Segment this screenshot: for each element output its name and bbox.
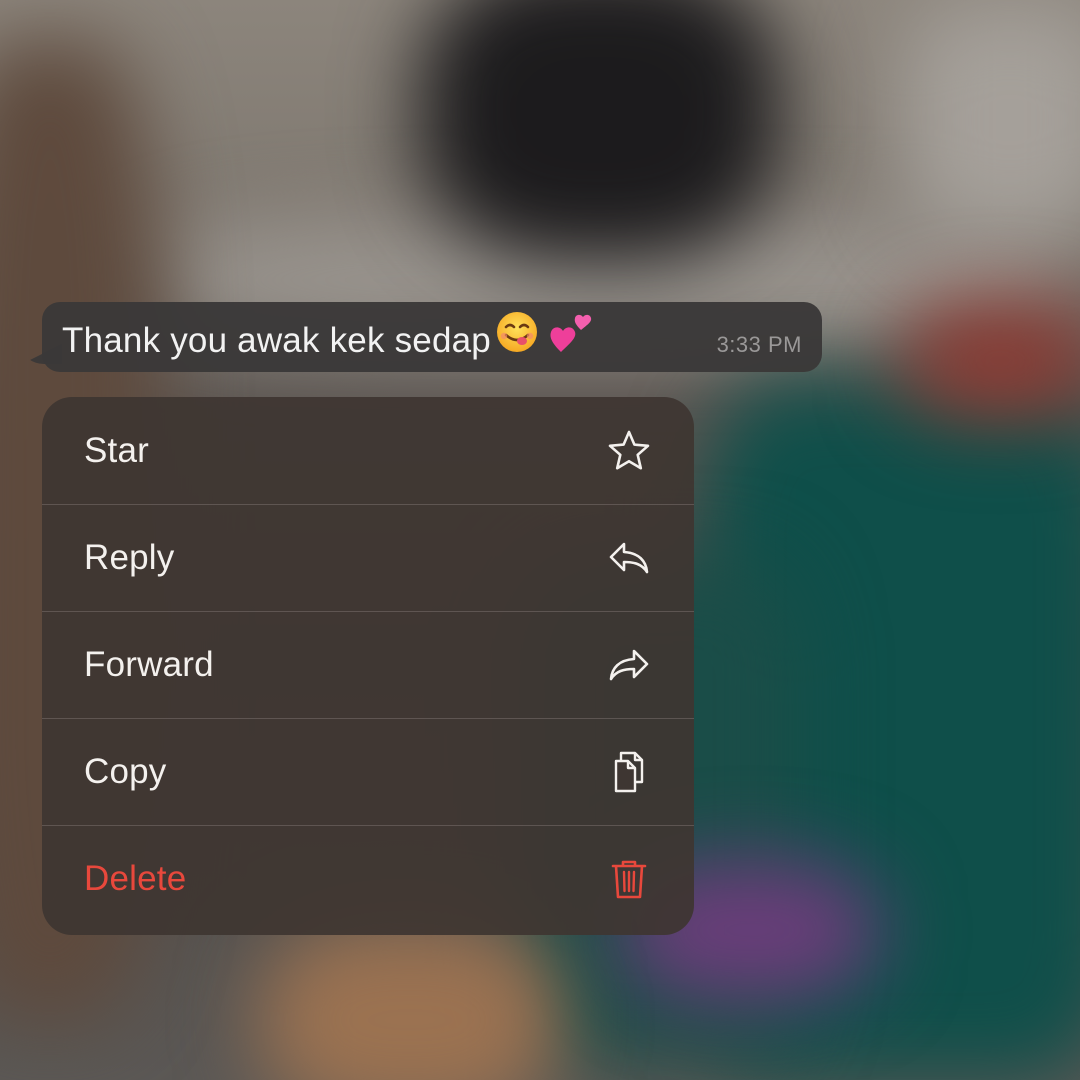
menu-item-star[interactable]: Star (42, 397, 694, 504)
message-timestamp: 3:33 PM (716, 332, 802, 357)
menu-item-label: Forward (84, 645, 214, 684)
message-text-row: Thank you awak kek sedap (62, 312, 595, 373)
menu-item-delete[interactable]: Delete (42, 825, 694, 932)
menu-item-reply[interactable]: Reply (42, 504, 694, 611)
reply-icon (606, 535, 652, 581)
message-text: Thank you awak kek sedap (62, 320, 491, 360)
menu-item-copy[interactable]: Copy (42, 718, 694, 825)
menu-item-label: Delete (84, 859, 187, 898)
message-bubble[interactable]: Thank you awak kek sedap 3:33 PM (42, 302, 822, 372)
yum-face-emoji-icon (495, 310, 539, 367)
menu-item-label: Star (84, 430, 149, 470)
message-context-menu: Star Reply Forward Copy Delete (42, 397, 694, 935)
forward-icon (606, 642, 652, 688)
trash-icon (606, 856, 652, 902)
menu-item-forward[interactable]: Forward (42, 611, 694, 718)
copy-icon (606, 749, 652, 795)
menu-item-label: Reply (84, 538, 175, 577)
star-icon (606, 428, 652, 474)
two-hearts-emoji-icon (547, 308, 595, 369)
menu-item-label: Copy (84, 752, 167, 791)
